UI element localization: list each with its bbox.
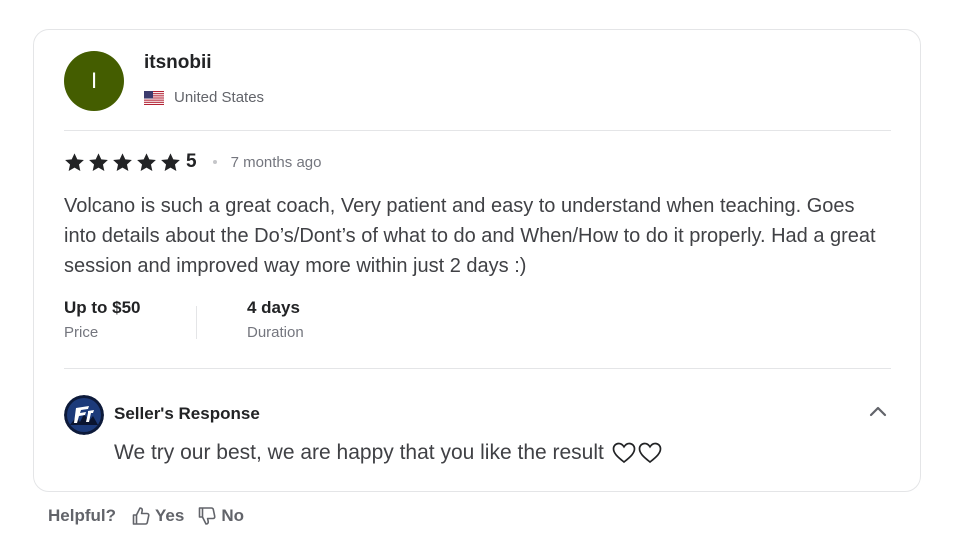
us-flag-icon — [144, 90, 164, 105]
review-card: I itsnobii United States 5 7 months ago … — [33, 29, 921, 492]
star-icon — [65, 152, 84, 171]
hearts — [612, 442, 662, 464]
reviewer-country: United States — [144, 89, 264, 106]
divider — [64, 130, 891, 131]
collapse-response-button[interactable] — [866, 401, 890, 421]
reviewer-username[interactable]: itsnobii — [144, 52, 212, 74]
star-icon — [113, 152, 132, 171]
review-time: 7 months ago — [230, 153, 322, 171]
helpful-no-button[interactable]: No — [197, 506, 244, 526]
chevron-up-icon — [869, 406, 887, 417]
duration-label: Duration — [247, 324, 304, 341]
divider — [64, 368, 891, 369]
no-label: No — [221, 506, 244, 525]
seller-response-text: We try our best, we are happy that you l… — [114, 441, 604, 464]
seller-response-title: Seller's Response — [114, 404, 260, 423]
separator-dot — [212, 160, 217, 164]
seller-response: We try our best, we are happy that you l… — [114, 441, 662, 465]
seller-logo-icon — [64, 395, 104, 435]
heart-outline-icon — [612, 442, 636, 464]
reviewer-avatar[interactable]: I — [64, 51, 124, 111]
thumbs-down-icon — [199, 507, 216, 525]
thumbs-up-icon — [132, 507, 150, 525]
helpful-yes-button[interactable]: Yes — [131, 506, 184, 526]
price-info: Up to $50 Price — [64, 298, 141, 341]
rating-row: 5 7 months ago — [64, 150, 321, 174]
price-value: Up to $50 — [64, 298, 141, 317]
country-label: United States — [174, 89, 265, 106]
price-label: Price — [64, 324, 99, 341]
review-text: Volcano is such a great coach, Very pati… — [64, 195, 876, 277]
star-rating — [64, 152, 181, 173]
rating-value: 5 — [186, 151, 197, 172]
star-icon — [137, 152, 156, 171]
helpful-bar: Helpful? Yes No — [48, 506, 257, 526]
heart-outline-icon — [638, 442, 662, 464]
duration-info: 4 days Duration — [247, 298, 304, 341]
avatar-initial: I — [90, 68, 98, 93]
yes-label: Yes — [155, 506, 185, 525]
star-icon — [89, 152, 108, 171]
duration-value: 4 days — [247, 298, 300, 317]
star-icon — [161, 152, 180, 171]
helpful-question: Helpful? — [48, 506, 116, 525]
meta-separator — [196, 306, 197, 339]
